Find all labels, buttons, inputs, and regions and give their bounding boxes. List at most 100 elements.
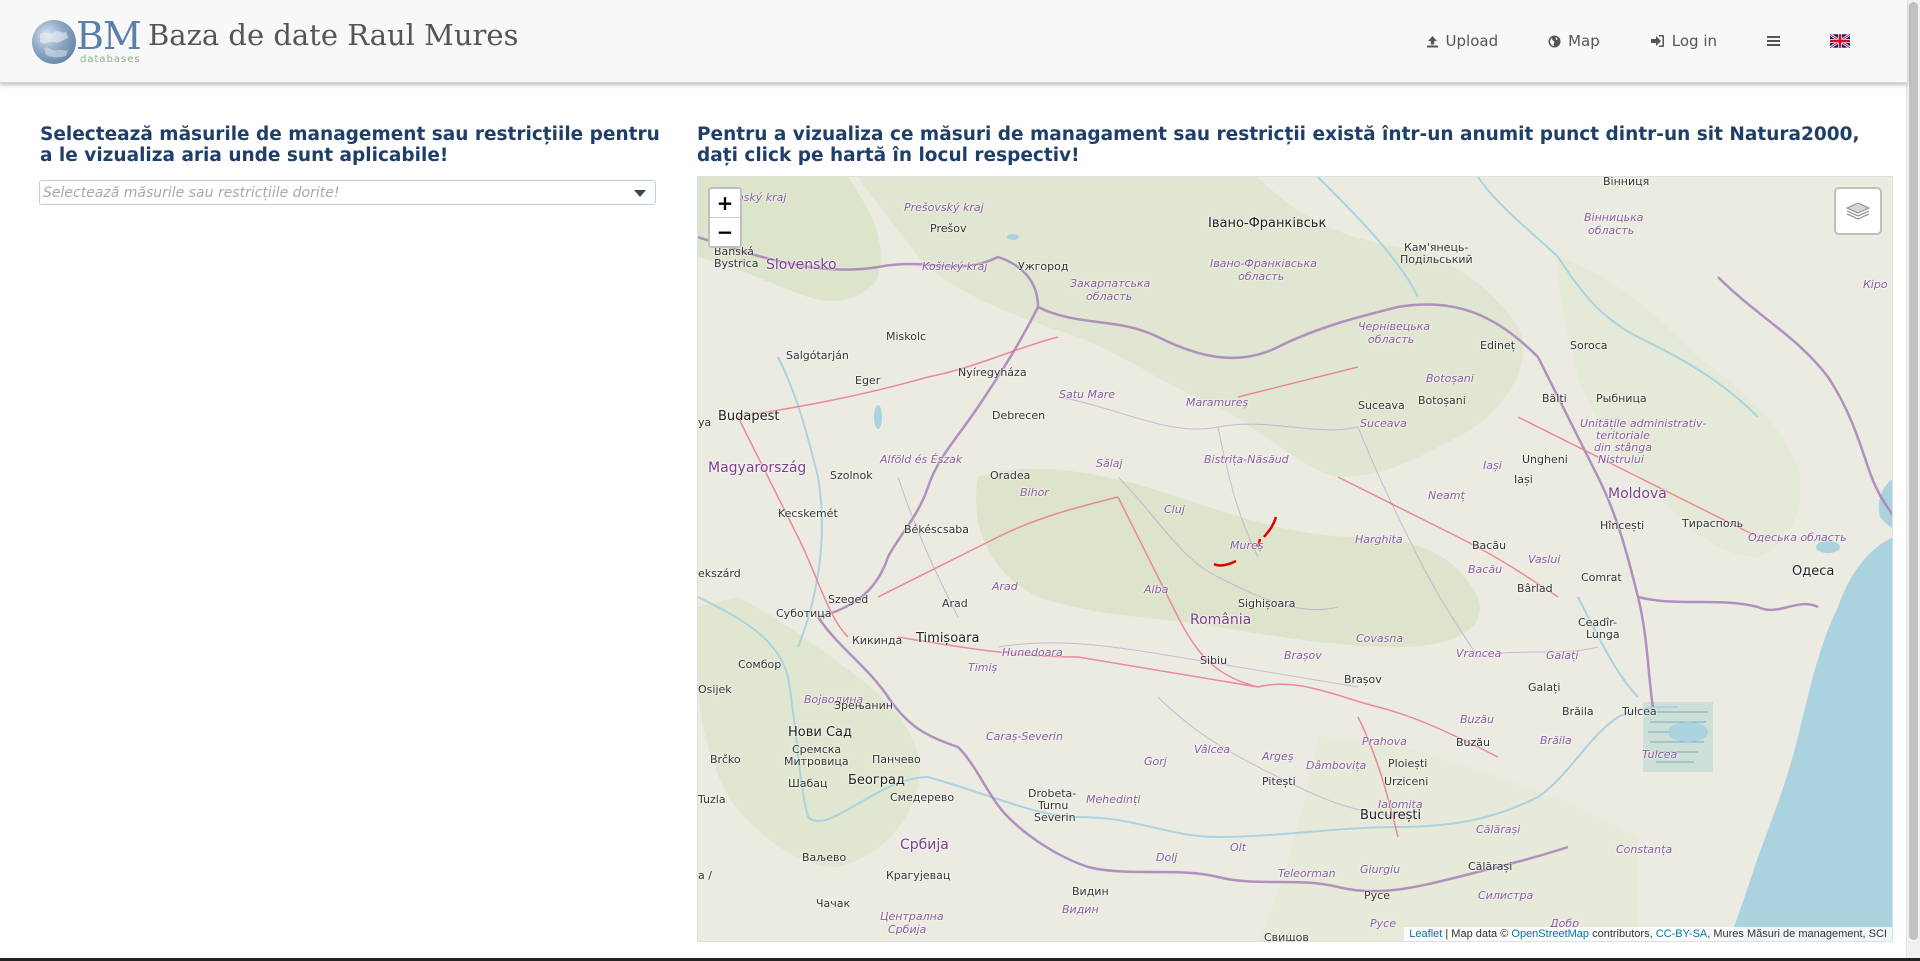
map-label-kecskemet: Kecskemét — [778, 507, 838, 520]
map-label-constanta: Constanța — [1616, 843, 1673, 856]
map-label-novi-sad: Нови Сад — [788, 725, 853, 740]
globe-logo-icon — [32, 20, 76, 64]
map-container[interactable]: Вінниця Вінницька область Івано-Франківс… — [697, 176, 1893, 942]
page-scrollbar[interactable] — [1906, 0, 1920, 961]
map-label-debrecen: Debrecen — [992, 409, 1046, 422]
map-label-calarasi-reg: Călărași — [1476, 823, 1521, 836]
attribution-sep1: | Map data © — [1442, 928, 1512, 940]
map-label-satu-mare: Satu Mare — [1059, 388, 1116, 401]
zoom-in-button[interactable]: + — [710, 189, 740, 217]
map-label-sighisoara: Sighișoara — [1238, 597, 1296, 610]
map-label-vidin: Видин — [1072, 885, 1109, 898]
map-label-hunedoara: Hunedoara — [1002, 646, 1063, 659]
map-label-nyiregyhaza: Nyíregyháza — [958, 366, 1027, 379]
map-label-balti: Bălți — [1542, 392, 1567, 405]
map-label-tuzla: Tuzla — [698, 793, 726, 806]
map-label-drobeta3: Severin — [1034, 811, 1076, 824]
layers-icon — [1845, 202, 1871, 220]
map-label-arges: Argeș — [1262, 750, 1294, 763]
upload-icon — [1426, 35, 1438, 47]
map-label-magyarorszag: Magyarország — [708, 460, 807, 476]
map-label-bacau-reg: Bacău — [1468, 563, 1503, 576]
map-label-ivano-obl2: область — [1238, 270, 1285, 283]
map-label-szolnok: Szolnok — [830, 469, 873, 482]
map-label-presovsky: Prešovský kraj — [904, 201, 984, 214]
map-label-suceava-reg: Suceava — [1360, 417, 1407, 430]
map-label-harghita: Harghita — [1355, 533, 1403, 546]
map-label-kragujevac: Крагујевац — [886, 869, 951, 882]
map-label-teleorman: Teleorman — [1278, 867, 1336, 880]
map-label-brasov-reg: Brașov — [1284, 649, 1322, 662]
map-label-kikinda: Кикинда — [852, 634, 903, 647]
map-label-cacak: Чачак — [816, 897, 851, 910]
nav-menu-toggle[interactable] — [1742, 0, 1805, 82]
map-label-zakarpatska: Закарпатська — [1070, 277, 1151, 290]
map-label-vinnytsia: Вінниця — [1603, 176, 1650, 188]
map-instructions-heading: Pentru a vizualiza ce măsuri de managame… — [697, 124, 1860, 166]
map-label-pitesti: Pitești — [1262, 775, 1296, 788]
map-label-calarasi: Călărași — [1468, 860, 1513, 873]
map-label-tulcea: Tulcea — [1622, 705, 1657, 718]
nav-language[interactable] — [1805, 0, 1907, 82]
map-label-tiraspol: Тирасполь — [1682, 517, 1744, 530]
map-label-szekszard: ekszárd — [698, 567, 741, 580]
nav-login[interactable]: Log in — [1625, 0, 1742, 82]
attribution-layers: , Mures Măsuri de management, SCI — [1707, 928, 1887, 940]
map-label-vinnytska: Вінницька — [1584, 211, 1644, 224]
site-logo: BM databases — [32, 14, 144, 68]
chevron-down-icon[interactable] — [634, 190, 646, 197]
map-label-arad-reg: Arad — [992, 580, 1018, 593]
map-label-iasi: Iași — [1514, 473, 1533, 486]
leaflet-link[interactable]: Leaflet — [1409, 928, 1442, 940]
map-label-salgotarjan: Salgótarján — [786, 349, 849, 362]
map-label-slovensko: Slovensko — [766, 257, 837, 273]
brand-link[interactable]: BM databases Baza de date Raul Mures — [32, 14, 518, 68]
map-label-banska2: Bystrica — [714, 257, 759, 270]
map-label-soroca: Soroca — [1570, 339, 1608, 352]
layers-control-button[interactable] — [1834, 187, 1882, 235]
map-label-alba: Alba — [1144, 583, 1169, 596]
map-label-dambovita: Dâmbovița — [1306, 759, 1367, 772]
map-label-comrat: Comrat — [1581, 571, 1622, 584]
map-label-odeska: Одеська область — [1748, 531, 1847, 544]
license-link[interactable]: CC-BY-SA — [1656, 928, 1708, 940]
measures-select[interactable]: Selectează măsurile sau restricțiile dor… — [39, 180, 656, 205]
map-label-braila-reg: Brăila — [1540, 734, 1572, 747]
map-label-olt: Olt — [1230, 841, 1247, 854]
nav-map[interactable]: Map — [1523, 0, 1625, 82]
map-label-urziceni: Urziceni — [1384, 775, 1429, 788]
scrollbar-thumb[interactable] — [1909, 2, 1918, 940]
map-label-botosani-reg: Botoșani — [1426, 372, 1474, 385]
map-label-botosani: Botoșani — [1418, 394, 1466, 407]
map-label-kamianets2: Подільський — [1400, 253, 1473, 266]
map-label-prahova: Prahova — [1362, 735, 1407, 748]
map-label-odesa: Одеса — [1792, 564, 1835, 579]
map-label-vrancea: Vrancea — [1456, 647, 1502, 660]
logo-bm-text: BM — [76, 14, 142, 58]
nav-links: Upload Map Log in — [1401, 0, 1907, 82]
map-label-iasi-reg: Iași — [1483, 459, 1502, 472]
map-attribution: Leaflet | Map data © OpenStreetMap contr… — [1404, 927, 1892, 941]
map-label-ivano: Івано-Франківськ — [1208, 216, 1327, 231]
map-label-srbija: Србија — [900, 837, 949, 853]
map-label-ialomita: Ialomița — [1378, 798, 1423, 811]
navbar: BM databases Baza de date Raul Mures Upl… — [0, 0, 1907, 83]
nav-upload-label: Upload — [1445, 32, 1499, 50]
logo-subtext: databases — [80, 54, 141, 65]
osm-link[interactable]: OpenStreetMap — [1511, 928, 1589, 940]
uk-flag-icon — [1830, 34, 1850, 48]
map-label-braila: Brăila — [1562, 705, 1594, 718]
zoom-out-button[interactable]: − — [710, 217, 740, 246]
map-tiles — [698, 177, 1892, 941]
map-label-bekescsaba: Békéscsaba — [904, 523, 970, 536]
map-label-chernivetska2: область — [1368, 333, 1415, 346]
map-label-szeged: Szeged — [828, 593, 869, 606]
map-label-kosicky: Košický kraj — [922, 260, 988, 273]
nav-upload[interactable]: Upload — [1401, 0, 1524, 82]
map-label-ya: ya — [698, 416, 712, 429]
map-label-tulcea-reg: Tulcea — [1642, 748, 1678, 761]
map-label-beograd: Београд — [848, 773, 905, 788]
measures-heading: Selectează măsurile de management sau re… — [40, 124, 660, 166]
map-label-giurgiu: Giurgiu — [1360, 863, 1401, 876]
map-label-neamt: Neamț — [1428, 489, 1465, 502]
